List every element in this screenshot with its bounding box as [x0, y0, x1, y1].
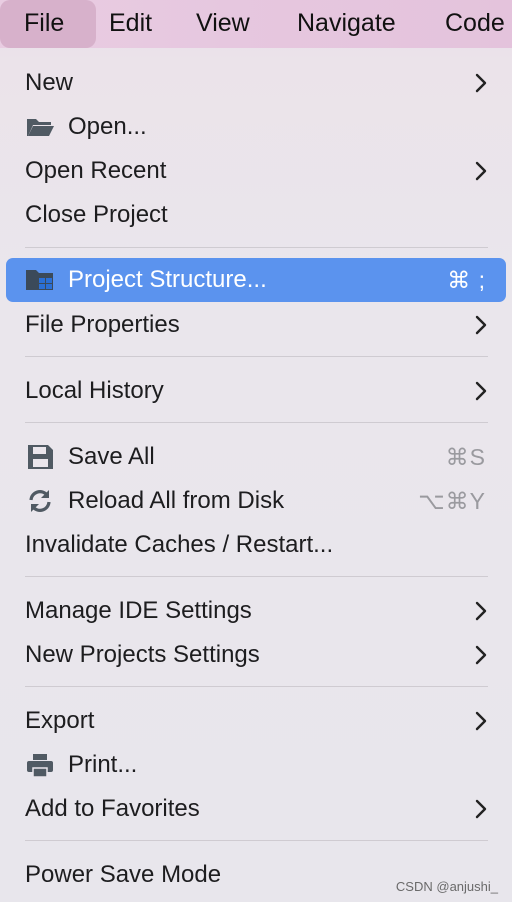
menu-item-label: File Properties — [25, 311, 180, 338]
menu-item-new[interactable]: New — [6, 61, 506, 105]
menu-item-new-projects-settings[interactable]: New Projects Settings — [6, 633, 506, 677]
printer-icon — [27, 754, 53, 778]
menu-item-file-properties[interactable]: File Properties — [6, 303, 506, 347]
menu-item-print[interactable]: Print... — [6, 743, 506, 787]
menu-item-label: Reload All from Disk — [68, 487, 285, 514]
shortcut-label: ⌘ ; — [447, 267, 486, 293]
reload-icon — [29, 490, 51, 512]
menubar-code[interactable]: Code — [445, 0, 505, 48]
menu-bar: File Edit View Navigate Code — [0, 0, 512, 48]
chevron-right-icon — [475, 161, 487, 181]
menu-item-label: Local History — [25, 377, 164, 404]
menu-separator — [25, 422, 488, 423]
menu-item-label: Invalidate Caches / Restart... — [25, 531, 334, 558]
menu-separator — [25, 247, 488, 248]
menu-separator — [25, 840, 488, 841]
menu-item-open-recent[interactable]: Open Recent — [6, 149, 506, 193]
menu-item-label: Project Structure... — [68, 266, 267, 293]
file-menu-dropdown: New Open... Open Recent Close Project Pr… — [0, 48, 512, 902]
menu-item-add-to-favorites[interactable]: Add to Favorites — [6, 787, 506, 831]
menu-item-label: Open Recent — [25, 157, 167, 184]
shortcut-label: ⌥⌘Y — [418, 488, 486, 514]
chevron-right-icon — [475, 315, 487, 335]
menu-item-save-all[interactable]: Save All ⌘S — [6, 435, 506, 479]
menu-item-label: Open... — [68, 113, 147, 140]
menu-item-reload-all[interactable]: Reload All from Disk ⌥⌘Y — [6, 479, 506, 523]
chevron-right-icon — [475, 73, 487, 93]
menu-separator — [25, 686, 488, 687]
menu-item-open[interactable]: Open... — [6, 105, 506, 149]
folder-open-icon — [27, 119, 54, 136]
project-structure-icon — [26, 270, 53, 290]
menu-item-invalidate-caches[interactable]: Invalidate Caches / Restart... — [6, 523, 506, 567]
save-icon — [28, 445, 53, 469]
chevron-right-icon — [475, 645, 487, 665]
menu-item-manage-ide-settings[interactable]: Manage IDE Settings — [6, 589, 506, 633]
shortcut-label: ⌘S — [445, 444, 486, 470]
menu-item-label: Power Save Mode — [25, 861, 222, 888]
menu-item-export[interactable]: Export — [6, 699, 506, 743]
menu-item-close-project[interactable]: Close Project — [6, 193, 506, 237]
menu-item-label: Add to Favorites — [25, 795, 200, 822]
menu-item-local-history[interactable]: Local History — [6, 369, 506, 413]
menu-separator — [25, 576, 488, 577]
chevron-right-icon — [475, 711, 487, 731]
menu-item-label: Save All — [68, 443, 155, 470]
menu-item-label: New — [25, 69, 74, 96]
menu-item-label: Print... — [68, 751, 138, 778]
menu-item-project-structure[interactable]: Project Structure... ⌘ ; — [6, 258, 506, 302]
menu-separator — [25, 356, 488, 357]
menubar-file[interactable]: File — [0, 0, 96, 48]
menu-item-label: Export — [25, 707, 95, 734]
menubar-edit[interactable]: Edit — [109, 0, 152, 48]
watermark: CSDN @anjushi_ — [395, 879, 498, 894]
menu-item-label: Manage IDE Settings — [25, 597, 252, 624]
chevron-right-icon — [475, 381, 487, 401]
menu-item-label: New Projects Settings — [25, 641, 260, 668]
menubar-view[interactable]: View — [196, 0, 250, 48]
menu-item-label: Close Project — [25, 201, 168, 228]
chevron-right-icon — [475, 601, 487, 621]
menubar-navigate[interactable]: Navigate — [297, 0, 396, 48]
chevron-right-icon — [475, 799, 487, 819]
